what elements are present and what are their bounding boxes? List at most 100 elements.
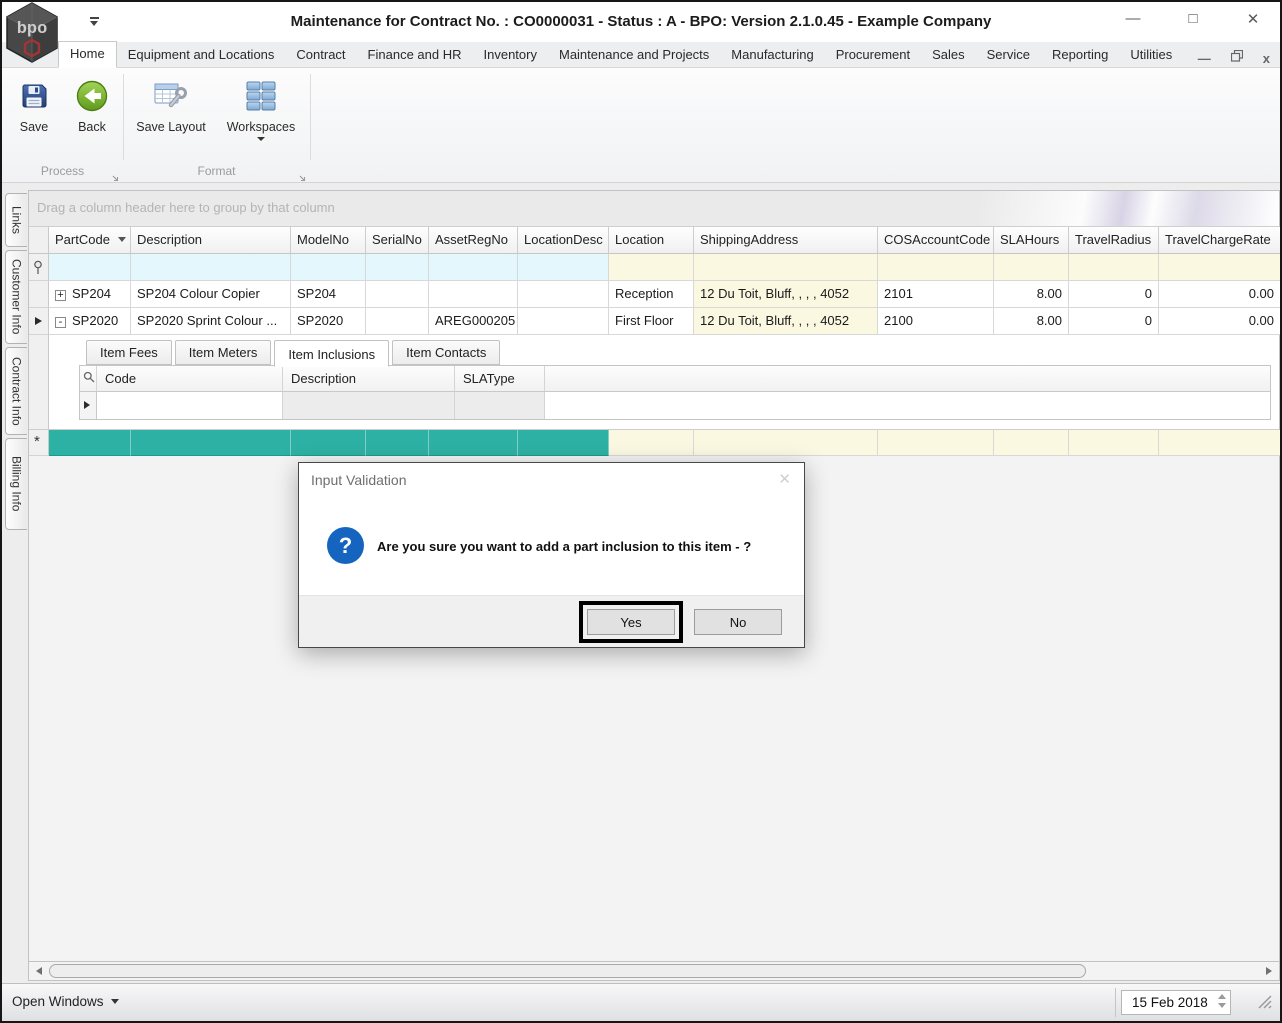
filter-cell-serialno[interactable]	[366, 254, 429, 281]
cell-travelchargerate[interactable]: 0.00	[1159, 308, 1281, 335]
no-button[interactable]: No	[694, 609, 782, 635]
new-cell-modelno[interactable]	[291, 430, 366, 456]
new-cell-location[interactable]	[609, 430, 694, 456]
cell-travelchargerate[interactable]: 0.00	[1159, 281, 1281, 308]
cell-assetregno[interactable]: AREG000205	[429, 308, 518, 335]
scroll-left-arrow-icon[interactable]	[36, 967, 42, 975]
resize-grip-icon[interactable]	[1258, 995, 1272, 1014]
filter-cell-assetregno[interactable]	[429, 254, 518, 281]
cell-travelradius[interactable]: 0	[1069, 308, 1159, 335]
cell-shippingaddress[interactable]: 12 Du Toit, Bluff, , , , 4052	[694, 281, 878, 308]
ribbon-tab-finance-and-hr[interactable]: Finance and HR	[357, 43, 473, 67]
ribbon-tab-reporting[interactable]: Reporting	[1041, 43, 1119, 67]
column-header-locationdesc[interactable]: LocationDesc	[518, 227, 609, 254]
filter-cell-cosaccountcode[interactable]	[878, 254, 994, 281]
ribbon-tab-service[interactable]: Service	[976, 43, 1041, 67]
cell-serialno[interactable]	[366, 308, 429, 335]
sidebar-item-billing-info[interactable]: Billing Info	[5, 438, 27, 530]
filter-cell-shippingaddress[interactable]	[694, 254, 878, 281]
subgrid-column-description[interactable]: Description	[283, 366, 455, 392]
tab-item-fees[interactable]: Item Fees	[86, 340, 172, 365]
date-spin-up-icon[interactable]	[1218, 994, 1226, 999]
new-cell-assetregno[interactable]	[429, 430, 518, 456]
date-field[interactable]: 15 Feb 2018	[1121, 990, 1231, 1015]
cell-assetregno[interactable]	[429, 281, 518, 308]
ribbon-tab-sales[interactable]: Sales	[921, 43, 976, 67]
column-header-cosaccountcode[interactable]: COSAccountCode	[878, 227, 994, 254]
tab-item-inclusions[interactable]: Item Inclusions	[274, 340, 390, 367]
child-restore-button[interactable]	[1230, 49, 1243, 67]
subgrid-new-row[interactable]	[80, 392, 1270, 419]
cell-location[interactable]: Reception	[609, 281, 694, 308]
cell-slahours[interactable]: 8.00	[994, 281, 1069, 308]
new-cell-partcode[interactable]	[49, 430, 131, 456]
column-header-travelradius[interactable]: TravelRadius	[1069, 227, 1159, 254]
cell-shippingaddress[interactable]: 12 Du Toit, Bluff, , , , 4052	[694, 308, 878, 335]
column-header-partcode[interactable]: PartCode	[49, 227, 131, 254]
cell-location[interactable]: First Floor	[609, 308, 694, 335]
cell-locationdesc[interactable]	[518, 281, 609, 308]
column-header-shippingaddress[interactable]: ShippingAddress	[694, 227, 878, 254]
new-cell-cosaccountcode[interactable]	[878, 430, 994, 456]
subgrid-search-cell[interactable]	[80, 366, 97, 392]
cell-travelradius[interactable]: 0	[1069, 281, 1159, 308]
process-dialog-launcher-icon[interactable]	[110, 169, 119, 182]
new-cell-travelradius[interactable]	[1069, 430, 1159, 456]
column-header-serialno[interactable]: SerialNo	[366, 227, 429, 254]
open-windows-button[interactable]: Open Windows	[12, 994, 119, 1009]
window-minimize-button[interactable]: —	[1124, 10, 1142, 28]
cell-serialno[interactable]	[366, 281, 429, 308]
dialog-close-icon[interactable]: ✕	[778, 470, 791, 488]
filter-cell-modelno[interactable]	[291, 254, 366, 281]
save-layout-button[interactable]: Save Layout	[130, 76, 212, 134]
new-cell-travelchargerate[interactable]	[1159, 430, 1281, 456]
child-close-button[interactable]: x	[1263, 51, 1270, 66]
group-by-panel[interactable]: Drag a column header here to group by th…	[29, 191, 1279, 227]
new-cell-locationdesc[interactable]	[518, 430, 609, 456]
window-close-button[interactable]: ✕	[1244, 10, 1262, 28]
subgrid-column-code[interactable]: Code	[97, 366, 283, 392]
ribbon-tab-contract[interactable]: Contract	[285, 43, 356, 67]
format-dialog-launcher-icon[interactable]	[297, 169, 306, 182]
tab-item-meters[interactable]: Item Meters	[174, 340, 272, 365]
new-cell-slahours[interactable]	[994, 430, 1069, 456]
grid-new-row[interactable]: *	[29, 430, 1281, 456]
scrollbar-thumb[interactable]	[49, 964, 1086, 978]
tab-item-contacts[interactable]: Item Contacts	[392, 340, 501, 365]
column-header-description[interactable]: Description	[131, 227, 291, 254]
subgrid-cell-description[interactable]	[283, 392, 455, 419]
save-button[interactable]: Save	[6, 76, 62, 134]
new-cell-shippingaddress[interactable]	[694, 430, 878, 456]
yes-button[interactable]: Yes	[587, 609, 675, 635]
subgrid-column-slatype[interactable]: SLAType	[455, 366, 545, 392]
cell-description[interactable]: SP2020 Sprint Colour ...	[131, 308, 291, 335]
cell-locationdesc[interactable]	[518, 308, 609, 335]
date-spin-down-icon[interactable]	[1218, 1003, 1226, 1008]
sidebar-item-links[interactable]: Links	[5, 193, 27, 247]
new-cell-description[interactable]	[131, 430, 291, 456]
cell-modelno[interactable]: SP204	[291, 281, 366, 308]
ribbon-tab-home[interactable]: Home	[58, 41, 117, 68]
column-header-travelchargerate[interactable]: TravelChargeRate	[1159, 227, 1281, 254]
workspaces-dropdown-caret-icon[interactable]	[257, 137, 265, 141]
filter-cell-description[interactable]	[131, 254, 291, 281]
scroll-right-arrow-icon[interactable]	[1266, 967, 1272, 975]
ribbon-tab-inventory[interactable]: Inventory	[473, 43, 548, 67]
column-header-location[interactable]: Location	[609, 227, 694, 254]
filter-cell-location[interactable]	[609, 254, 694, 281]
cell-slahours[interactable]: 8.00	[994, 308, 1069, 335]
filter-cell-partcode[interactable]	[49, 254, 131, 281]
table-row[interactable]: + SP204 SP204 Colour Copier SP204 Recepti…	[29, 281, 1281, 308]
ribbon-tab-manufacturing[interactable]: Manufacturing	[720, 43, 824, 67]
ribbon-tab-equipment-and-locations[interactable]: Equipment and Locations	[117, 43, 286, 67]
expand-icon[interactable]: +	[55, 290, 66, 301]
subgrid-cell-slatype[interactable]	[455, 392, 545, 419]
back-button[interactable]: Back	[64, 76, 120, 134]
cell-partcode[interactable]: + SP204	[49, 281, 131, 308]
column-header-modelno[interactable]: ModelNo	[291, 227, 366, 254]
subgrid-cell-code[interactable]	[97, 392, 283, 419]
new-cell-serialno[interactable]	[366, 430, 429, 456]
column-header-assetregno[interactable]: AssetRegNo	[429, 227, 518, 254]
filter-cell-locationdesc[interactable]	[518, 254, 609, 281]
window-maximize-button[interactable]: □	[1184, 10, 1202, 28]
